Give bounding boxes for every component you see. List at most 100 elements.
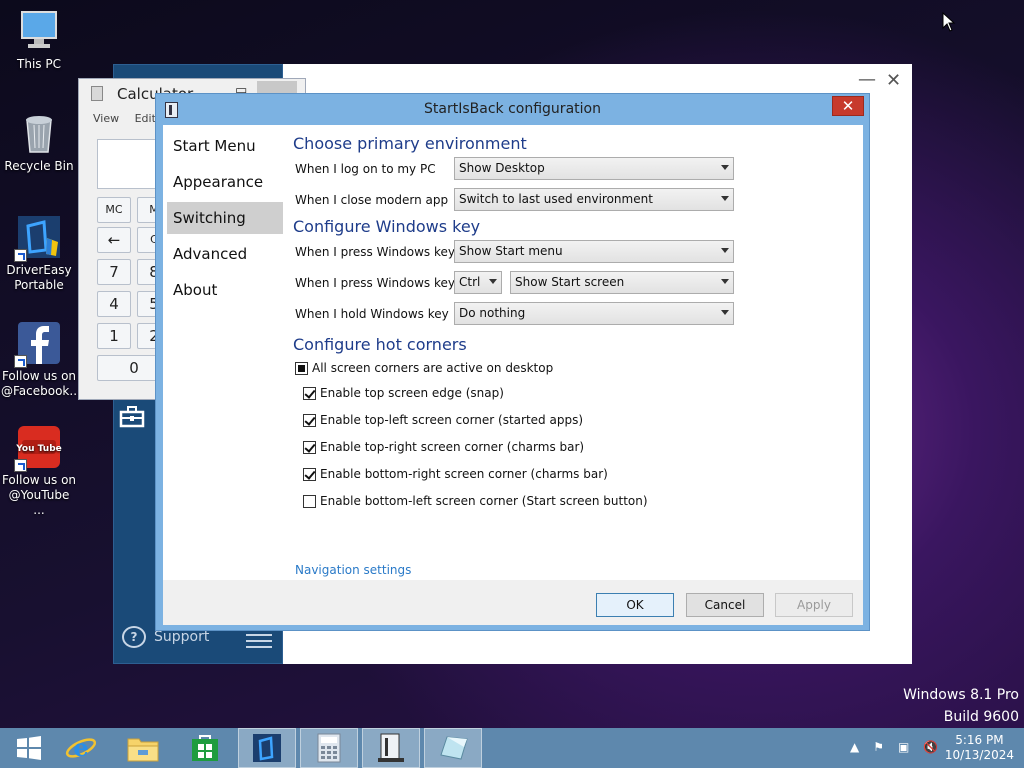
recycle-bin-icon [16, 110, 62, 156]
desktop-icon-this-pc[interactable]: This PC [1, 8, 77, 72]
nav-switching[interactable]: Switching [167, 202, 283, 234]
desktop-icon-label: DriverEasy Portable [6, 263, 72, 292]
nav-about[interactable]: About [167, 274, 283, 306]
desktop-icon-label: Follow us on @YouTube ... [1, 473, 77, 517]
section-heading-corners: Configure hot corners [293, 335, 467, 354]
checkbox-bottom-left[interactable]: Enable bottom-left screen corner (Start … [303, 494, 648, 508]
shortcut-arrow-icon [14, 459, 27, 472]
network-icon[interactable]: ▣ [898, 740, 909, 754]
shortcut-arrow-icon [14, 249, 27, 262]
calc-button-mc[interactable]: MC [97, 197, 131, 223]
label-log-on: When I log on to my PC [295, 162, 436, 176]
checkbox-top-left[interactable]: Enable top-left screen corner (started a… [303, 413, 583, 427]
facebook-icon [14, 320, 62, 368]
chevron-down-icon [721, 279, 729, 284]
action-center-flag-icon[interactable]: ⚑ [873, 740, 884, 754]
shortcut-arrow-icon [14, 355, 27, 368]
calc-button-7[interactable]: 7 [97, 259, 131, 285]
store-icon [192, 735, 218, 761]
dropdown-hold-winkey[interactable]: Do nothing [454, 302, 734, 325]
label-press-winkey-plus: When I press Windows key + [295, 276, 469, 290]
dialog-content: Start Menu Appearance Switching Advanced… [163, 125, 863, 580]
chevron-down-icon [721, 196, 729, 201]
dropdown-modifier[interactable]: Ctrl [454, 271, 502, 294]
checkmark-icon [303, 386, 316, 400]
system-tray: ▲ ⚑ ▣ 🔇 [850, 740, 938, 754]
edition-text: Windows 8.1 Pro [903, 687, 1019, 703]
close-icon[interactable]: ✕ [886, 72, 904, 90]
display-icon [440, 736, 468, 760]
chevron-down-icon [489, 279, 497, 284]
taskbar-drivereasy[interactable] [238, 728, 296, 768]
checkbox-top-edge[interactable]: Enable top screen edge (snap) [303, 386, 504, 400]
taskbar: e ▲ ⚑ ▣ 🔇 5:16 PM 10/13/2024 [0, 728, 1024, 768]
desktop-icon-youtube[interactable]: You Tube Follow us on @YouTube ... [1, 424, 77, 518]
dropdown-winkey-combo[interactable]: Show Start screen [510, 271, 734, 294]
menu-edit[interactable]: Edit [135, 112, 156, 125]
mouse-cursor-icon [942, 11, 956, 36]
nav-appearance[interactable]: Appearance [167, 166, 283, 198]
calculator-app-icon [91, 86, 103, 101]
toolbox-icon[interactable] [119, 404, 145, 430]
windows-edition-watermark: Windows 8.1 Pro Build 9600 [903, 684, 1019, 728]
support-label: Support [154, 629, 210, 645]
start-icon [17, 736, 41, 760]
desktop-icon-recycle-bin[interactable]: Recycle Bin [1, 110, 77, 174]
checkbox-partial-icon [295, 361, 308, 375]
calc-button-4[interactable]: 4 [97, 291, 131, 317]
nav-advanced[interactable]: Advanced [167, 238, 283, 270]
label-close-modern: When I close modern app [295, 193, 449, 207]
start-button[interactable] [0, 728, 58, 768]
dialog-close-button[interactable]: ✕ [832, 96, 864, 116]
file-explorer-icon [127, 738, 159, 762]
dropdown-close-modern[interactable]: Switch to last used environment [454, 188, 734, 211]
chevron-down-icon [721, 310, 729, 315]
desktop-icon-drivereasy[interactable]: DriverEasy Portable [1, 214, 77, 293]
startisback-dialog: StartIsBack configuration ✕ Start Menu A… [155, 93, 870, 631]
dialog-title: StartIsBack configuration [424, 101, 601, 117]
calc-button-backspace[interactable]: ← [97, 227, 131, 253]
menu-view[interactable]: View [93, 112, 119, 125]
computer-icon [16, 8, 62, 54]
taskbar-startisback[interactable] [362, 728, 420, 768]
taskbar-file-explorer[interactable] [114, 728, 172, 768]
section-heading-winkey: Configure Windows key [293, 217, 481, 236]
desktop-icon-label: Recycle Bin [4, 159, 74, 173]
calc-button-1[interactable]: 1 [97, 323, 131, 349]
apply-button[interactable]: Apply [775, 593, 853, 617]
drivereasy-icon [253, 734, 281, 762]
drivereasy-icon [14, 214, 62, 262]
checkbox-top-right[interactable]: Enable top-right screen corner (charms b… [303, 440, 584, 454]
clock[interactable]: 5:16 PM 10/13/2024 [945, 733, 1014, 763]
build-text: Build 9600 [943, 709, 1019, 725]
desktop-icon-facebook[interactable]: Follow us on @Facebook... [1, 320, 81, 399]
dialog-body: Start Menu Appearance Switching Advanced… [163, 125, 863, 625]
taskbar-store[interactable] [176, 728, 234, 768]
calculator-icon [317, 733, 341, 763]
volume-muted-icon[interactable]: 🔇 [923, 740, 938, 754]
desktop-icon-label: Follow us on @Facebook... [1, 369, 81, 398]
checkmark-icon [303, 467, 316, 481]
taskbar-display[interactable] [424, 728, 482, 768]
checkbox-all-corners[interactable]: All screen corners are active on desktop [295, 361, 553, 375]
youtube-icon: You Tube [14, 424, 62, 472]
taskbar-internet-explorer[interactable]: e [52, 728, 110, 768]
dropdown-press-winkey[interactable]: Show Start menu [454, 240, 734, 263]
chevron-down-icon [721, 165, 729, 170]
show-hidden-icons-icon[interactable]: ▲ [850, 740, 859, 754]
chevron-down-icon [721, 248, 729, 253]
svg-text:e: e [73, 733, 88, 762]
clock-time: 5:16 PM [955, 733, 1004, 747]
label-hold-winkey: When I hold Windows key [295, 307, 449, 321]
dropdown-log-on[interactable]: Show Desktop [454, 157, 734, 180]
taskbar-calculator[interactable] [300, 728, 358, 768]
navigation-settings-link[interactable]: Navigation settings [295, 563, 411, 577]
ok-button[interactable]: OK [596, 593, 674, 617]
nav-start-menu[interactable]: Start Menu [167, 130, 283, 162]
minimize-icon[interactable]: — [858, 71, 876, 91]
chat-icon: ? [122, 626, 146, 648]
menu-icon[interactable] [246, 634, 272, 652]
cancel-button[interactable]: Cancel [686, 593, 764, 617]
checkbox-bottom-right[interactable]: Enable bottom-right screen corner (charm… [303, 467, 608, 481]
internet-explorer-icon: e [65, 733, 97, 762]
